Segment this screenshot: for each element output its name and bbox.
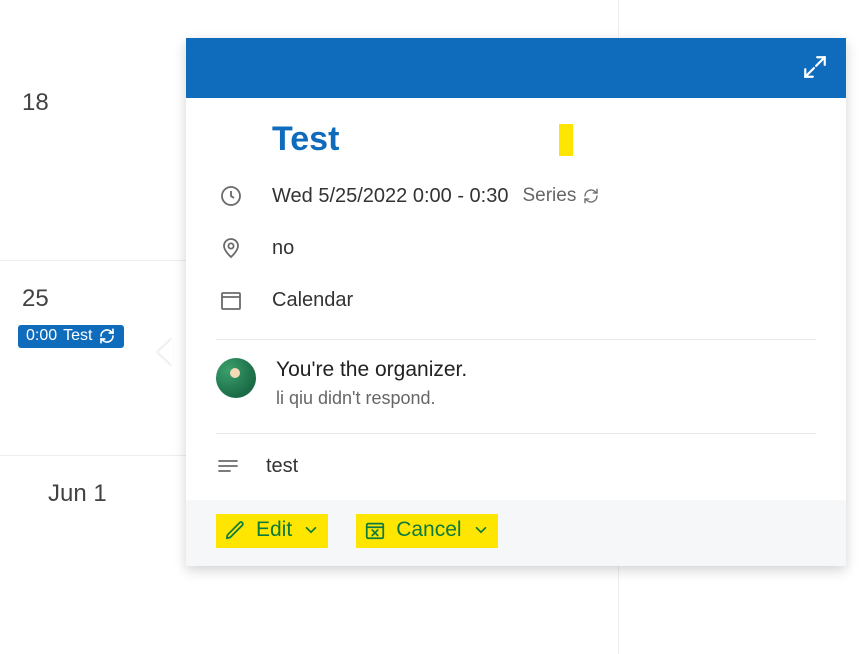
- edit-button[interactable]: Edit: [216, 514, 328, 548]
- highlight-marker: [559, 124, 573, 156]
- series-label: Series: [522, 185, 576, 207]
- event-title: Test: [272, 120, 339, 159]
- event-calendar-name: Calendar: [272, 289, 353, 312]
- title-row: Test: [216, 120, 816, 159]
- notes-row: test: [216, 454, 816, 478]
- recurrence-icon: [98, 327, 116, 345]
- pencil-icon: [224, 519, 246, 541]
- response-line: li qiu didn't respond.: [276, 388, 467, 409]
- location-row: no: [216, 233, 816, 263]
- event-chip-title: Test: [63, 327, 92, 345]
- series-link[interactable]: Series: [522, 185, 600, 207]
- event-notes: test: [266, 455, 298, 478]
- notes-icon: [216, 454, 240, 478]
- divider: [216, 339, 816, 340]
- event-location: no: [272, 237, 294, 260]
- popover-body: Test Wed 5/25/2022 0:00 - 0:30 Series: [186, 98, 846, 478]
- popover-pointer: [158, 338, 173, 366]
- organizer-row: You're the organizer. li qiu didn't resp…: [216, 358, 816, 409]
- location-icon: [216, 233, 246, 263]
- event-popover: Test Wed 5/25/2022 0:00 - 0:30 Series: [186, 38, 846, 566]
- avatar: [216, 358, 256, 398]
- expand-button[interactable]: [798, 50, 832, 84]
- chevron-down-icon: [302, 521, 320, 539]
- recurrence-icon: [582, 187, 600, 205]
- cancel-label: Cancel: [396, 518, 461, 542]
- popover-footer: Edit Cancel: [186, 500, 846, 566]
- event-chip[interactable]: 0:00 Test: [18, 325, 124, 348]
- event-datetime: Wed 5/25/2022 0:00 - 0:30: [272, 185, 508, 208]
- datetime-row: Wed 5/25/2022 0:00 - 0:30 Series: [216, 181, 816, 211]
- calendar-icon: [216, 285, 246, 315]
- popover-header: [186, 38, 846, 98]
- cancel-event-icon: [364, 519, 386, 541]
- divider: [216, 433, 816, 434]
- edit-label: Edit: [256, 518, 292, 542]
- event-chip-time: 0:00: [26, 327, 57, 345]
- chevron-down-icon: [472, 521, 490, 539]
- clock-icon: [216, 181, 246, 211]
- organizer-line: You're the organizer.: [276, 358, 467, 382]
- cancel-button[interactable]: Cancel: [356, 514, 497, 548]
- calendar-row: Calendar: [216, 285, 816, 315]
